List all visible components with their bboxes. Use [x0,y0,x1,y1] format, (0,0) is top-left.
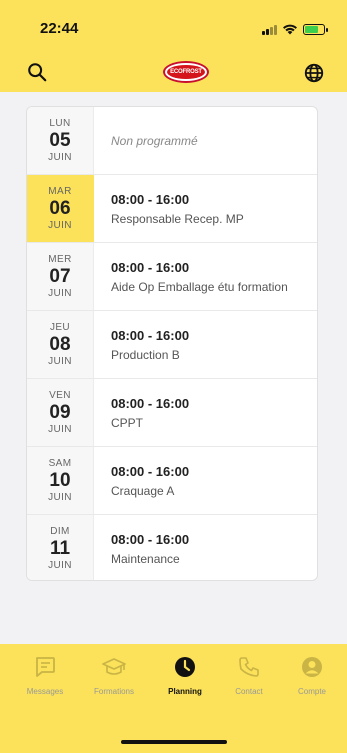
planning-row[interactable]: MER 07 JUIN 08:00 - 16:00 Aide Op Emball… [27,243,317,311]
planning-row[interactable]: SAM 10 JUIN 08:00 - 16:00 Craquage A [27,447,317,515]
tab-bar: Messages Formations Planning Contact Com… [0,644,347,753]
shift-info: 08:00 - 16:00 Maintenance [94,515,317,580]
day-number: 11 [49,538,71,559]
shift-role: Aide Op Emballage étu formation [111,279,288,294]
tab-planning[interactable]: Planning [155,655,215,703]
shift-role: Craquage A [111,483,175,498]
month-label: JUIN [48,491,72,503]
day-number: 06 [49,197,71,219]
status-icons [262,23,328,35]
day-of-week: LUN [49,117,71,129]
month-label: JUIN [48,287,72,299]
day-of-week: JEU [49,321,71,333]
day-of-week: VEN [49,389,71,401]
planning-row[interactable]: DIM 11 JUIN 08:00 - 16:00 Maintenance [27,515,317,580]
month-label: JUIN [48,151,72,163]
day-of-week: MAR [48,185,72,197]
day-of-week: MER [48,253,72,265]
battery-icon [303,23,328,35]
month-label: JUIN [48,355,72,367]
tab-formations[interactable]: Formations [84,655,144,703]
day-of-week: SAM [48,457,72,469]
search-icon[interactable] [26,61,48,83]
date-block: JEU 08 JUIN [27,311,94,378]
chat-icon [35,657,55,677]
signal-icon [262,24,277,35]
day-number: 07 [49,265,71,287]
home-indicator[interactable] [121,740,227,744]
brand-logo: ECOFROST [163,61,209,83]
date-block: MAR 06 JUIN [27,175,94,242]
tab-label-planning: Planning [168,687,202,696]
planning-row[interactable]: VEN 09 JUIN 08:00 - 16:00 CPPT [27,379,317,447]
shift-info: 08:00 - 16:00 CPPT [94,379,317,446]
clock-icon [175,657,195,677]
tab-label-formations: Formations [93,687,134,696]
shift-hours: 08:00 - 16:00 [111,532,190,547]
shift-info: 08:00 - 16:00 Production B [94,311,317,378]
planning-list: LUN 05 JUIN Non programmé MAR 06 JUIN 08… [26,106,318,581]
planning-row[interactable]: JEU 08 JUIN 08:00 - 16:00 Production B [27,311,317,379]
day-number: 09 [49,401,71,423]
shift-role: Responsable Recep. MP [111,211,244,226]
day-number: 08 [49,333,71,355]
tab-label-compte: Compte [297,687,326,696]
tab-compte[interactable]: Compte [282,655,342,703]
shift-info: 08:00 - 16:00 Responsable Recep. MP [94,175,317,242]
month-label: JUIN [48,560,72,571]
tab-label-contact: Contact [235,687,263,696]
user-icon [302,657,322,677]
shift-role: Production B [111,347,180,362]
status-time: 22:44 [40,20,79,37]
date-block: SAM 10 JUIN [27,447,94,514]
logo-text: ECOFROST [167,65,205,79]
shift-hours: 08:00 - 16:00 [111,259,190,275]
date-block: VEN 09 JUIN [27,379,94,446]
globe-icon[interactable] [303,62,325,84]
tab-messages[interactable]: Messages [15,655,75,703]
shift-role: Maintenance [111,552,180,566]
planning-row[interactable]: MAR 06 JUIN 08:00 - 16:00 Responsable Re… [27,175,317,243]
shift-hours: 08:00 - 16:00 [111,395,190,411]
shift-info: Non programmé [94,107,317,174]
phone-icon [239,657,259,677]
shift-hours: 08:00 - 16:00 [111,191,190,207]
date-block: DIM 11 JUIN [27,515,94,580]
shift-hours: 08:00 - 16:00 [111,327,190,343]
shift-info: 08:00 - 16:00 Aide Op Emballage étu form… [94,243,317,310]
date-block: LUN 05 JUIN [27,107,94,174]
top-bar: 22:44 ECOFROST [0,0,347,92]
shift-info: 08:00 - 16:00 Craquage A [94,447,317,514]
tab-label-messages: Messages [26,687,64,696]
month-label: JUIN [48,219,72,231]
unscheduled-label: Non programmé [111,133,198,148]
graduation-cap-icon [102,658,126,675]
shift-role: CPPT [111,415,144,430]
month-label: JUIN [48,423,72,435]
tab-contact[interactable]: Contact [219,655,279,703]
wifi-icon [283,24,297,35]
shift-hours: 08:00 - 16:00 [111,463,190,479]
planning-row[interactable]: LUN 05 JUIN Non programmé [27,107,317,175]
day-of-week: DIM [50,526,70,537]
date-block: MER 07 JUIN [27,243,94,310]
day-number: 05 [49,129,71,151]
day-number: 10 [49,469,71,491]
